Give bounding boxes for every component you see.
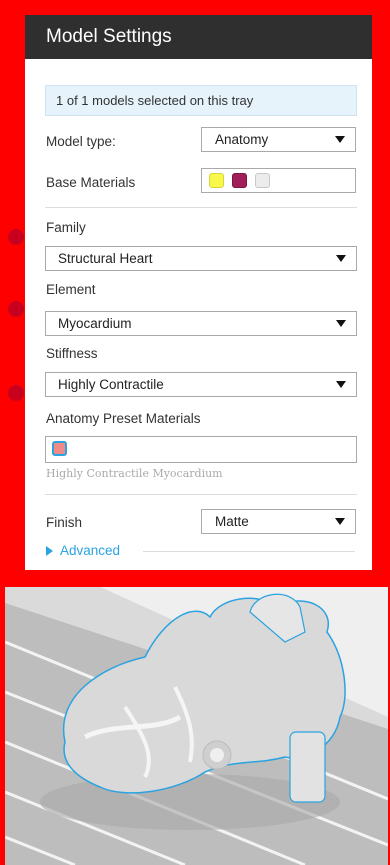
model-type-dropdown[interactable]: Anatomy [201, 127, 356, 152]
family-value: Structural Heart [58, 251, 153, 266]
base-materials-label: Base Materials [46, 175, 136, 190]
finish-label: Finish [46, 515, 83, 530]
panel-title: Model Settings [46, 26, 172, 47]
chevron-down-icon [336, 320, 346, 327]
chevron-down-icon [335, 136, 345, 143]
model-settings-panel: Model Settings 1 of 1 models selected on… [25, 15, 372, 570]
family-label: Family [46, 220, 86, 235]
marker-dot [8, 385, 24, 401]
material-swatch-white[interactable] [255, 173, 270, 188]
advanced-toggle[interactable]: Advanced [46, 543, 120, 558]
model-type-label: Model type: [46, 134, 116, 149]
preset-caption: Highly Contractile Myocardium [46, 467, 223, 480]
model-type-value: Anatomy [215, 132, 269, 147]
preset-swatch[interactable] [52, 441, 67, 456]
chevron-down-icon [335, 518, 345, 525]
caret-right-icon [46, 545, 53, 556]
element-value: Myocardium [58, 316, 132, 331]
material-swatch-magenta[interactable] [232, 173, 247, 188]
preset-materials-label: Anatomy Preset Materials [46, 411, 201, 426]
marker-dot [8, 301, 24, 317]
stiffness-dropdown[interactable]: Highly Contractile [45, 372, 357, 397]
element-label: Element [46, 282, 96, 297]
divider [143, 551, 355, 552]
finish-value: Matte [215, 514, 249, 529]
base-materials-field[interactable] [201, 168, 356, 193]
marker-dot [8, 229, 24, 245]
divider [45, 494, 357, 495]
stiffness-label: Stiffness [46, 346, 98, 361]
chevron-down-icon [336, 381, 346, 388]
selection-info-banner: 1 of 1 models selected on this tray [45, 85, 357, 116]
chevron-down-icon [336, 255, 346, 262]
family-dropdown[interactable]: Structural Heart [45, 246, 357, 271]
material-swatch-yellow[interactable] [209, 173, 224, 188]
3d-viewport[interactable] [5, 587, 388, 865]
selection-info-text: 1 of 1 models selected on this tray [56, 93, 254, 108]
element-dropdown[interactable]: Myocardium [45, 311, 357, 336]
finish-dropdown[interactable]: Matte [201, 509, 356, 534]
heart-model-render[interactable] [5, 587, 388, 865]
divider [45, 207, 357, 208]
preset-materials-field[interactable] [45, 436, 357, 463]
stiffness-value: Highly Contractile [58, 377, 164, 392]
advanced-label: Advanced [60, 543, 121, 558]
panel-header: Model Settings [25, 15, 372, 59]
